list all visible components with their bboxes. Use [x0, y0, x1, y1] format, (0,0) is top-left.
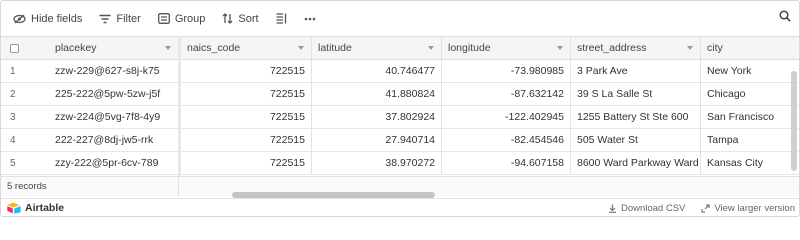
download-csv-label: Download CSV	[620, 203, 686, 214]
cell-city[interactable]: New York	[701, 60, 791, 82]
cell-city[interactable]: Tampa	[701, 129, 791, 151]
cell-naics-code[interactable]: 722515	[181, 60, 312, 82]
embed-links: Download CSV View larger version	[608, 203, 795, 214]
cell-longitude[interactable]: -73.980985	[442, 60, 571, 82]
search-icon	[779, 10, 791, 22]
cell-street-address[interactable]: 505 Water St	[571, 129, 701, 151]
search-button[interactable]	[779, 10, 791, 25]
cell-latitude[interactable]: 40.746477	[312, 60, 442, 82]
hide-fields-button[interactable]: Hide fields	[13, 9, 82, 29]
airtable-logo-icon	[7, 202, 21, 214]
cell-city[interactable]: San Francisco	[701, 106, 791, 128]
cell-placekey[interactable]: zzy-222@5pr-6cv-789	[49, 152, 179, 174]
column-header-longitude[interactable]: longitude	[442, 37, 571, 59]
cell-street-address[interactable]: 1255 Battery St Ste 600	[571, 106, 701, 128]
cell-longitude[interactable]: -122.402945	[442, 106, 571, 128]
row-height-icon	[276, 13, 286, 24]
column-header-label: city	[707, 42, 723, 54]
row-number: 4	[10, 134, 16, 146]
header-row: placekey naics_code latitude longitude s…	[1, 36, 799, 60]
cell-longitude[interactable]: -87.632142	[442, 83, 571, 105]
chevron-down-icon[interactable]	[687, 46, 693, 50]
cell-street-address[interactable]: 3 Park Ave	[571, 60, 701, 82]
vertical-scrollbar[interactable]	[791, 71, 797, 171]
table-row[interactable]: 3 zzw-224@5vg-7f8-4y9 722515 37.802924 -…	[1, 106, 799, 129]
table-row[interactable]: 1 zzw-229@627-s8j-k75 722515 40.746477 -…	[1, 60, 799, 83]
cell-latitude[interactable]: 41.880824	[312, 83, 442, 105]
column-header-naics-code[interactable]: naics_code	[181, 37, 312, 59]
sort-button[interactable]: Sort	[222, 9, 259, 29]
chevron-down-icon[interactable]	[165, 46, 171, 50]
filter-icon	[99, 14, 111, 23]
column-header-label: placekey	[55, 42, 97, 54]
cell-longitude[interactable]: -82.454546	[442, 129, 571, 151]
column-header-label: latitude	[318, 42, 352, 54]
column-header-latitude[interactable]: latitude	[312, 37, 442, 59]
chevron-down-icon[interactable]	[298, 46, 304, 50]
sort-label: Sort	[238, 12, 259, 25]
view-toolbar: Hide fields Filter Group Sort	[1, 1, 799, 36]
row-number: 2	[10, 88, 16, 100]
cell-placekey[interactable]: zzw-224@5vg-7f8-4y9	[49, 106, 179, 128]
table-row[interactable]: 5 zzy-222@5pr-6cv-789 722515 38.970272 -…	[1, 152, 799, 175]
hide-fields-label: Hide fields	[31, 12, 83, 25]
cell-latitude[interactable]: 38.970272	[312, 152, 442, 174]
view-larger-link[interactable]: View larger version	[701, 203, 795, 214]
airtable-embed: Hide fields Filter Group Sort placekey n…	[0, 0, 800, 217]
cell-placekey[interactable]: zzw-229@627-s8j-k75	[49, 60, 179, 82]
frozen-column-divider	[178, 36, 181, 176]
group-icon	[157, 13, 170, 24]
table-row[interactable]: 2 225-222@5pw-5zw-j5f 722515 41.880824 -…	[1, 83, 799, 106]
cell-naics-code[interactable]: 722515	[181, 106, 312, 128]
row-number: 3	[10, 111, 16, 123]
row-number: 1	[10, 65, 16, 77]
cell-naics-code[interactable]: 722515	[181, 129, 312, 151]
row-number: 5	[10, 157, 16, 169]
cell-placekey[interactable]: 225-222@5pw-5zw-j5f	[49, 83, 179, 105]
download-csv-link[interactable]: Download CSV	[608, 203, 685, 214]
cell-naics-code[interactable]: 722515	[181, 83, 312, 105]
column-header-placekey[interactable]: placekey	[49, 37, 179, 59]
airtable-brand-link[interactable]: Airtable	[7, 202, 64, 214]
download-icon	[608, 204, 616, 213]
more-icon	[304, 17, 315, 20]
group-label: Group	[174, 12, 206, 25]
chevron-down-icon[interactable]	[428, 46, 434, 50]
row-height-button[interactable]	[276, 9, 287, 29]
brand-name: Airtable	[25, 202, 65, 214]
select-all-cell	[1, 37, 49, 59]
cell-street-address[interactable]: 39 S La Salle St	[571, 83, 701, 105]
footer-divider	[178, 177, 179, 197]
cell-city[interactable]: Kansas City	[701, 152, 791, 174]
column-header-label: naics_code	[187, 42, 241, 54]
chevron-down-icon[interactable]	[557, 46, 563, 50]
filter-label: Filter	[116, 12, 141, 25]
column-header-label: longitude	[448, 42, 491, 54]
expand-icon	[701, 204, 710, 213]
embed-bottom-bar: Airtable Download CSV View larger versio…	[1, 198, 799, 216]
filter-button[interactable]: Filter	[99, 9, 141, 29]
sort-icon	[222, 13, 233, 24]
select-all-checkbox[interactable]	[10, 43, 19, 53]
more-options-button[interactable]	[304, 9, 316, 29]
data-grid: placekey naics_code latitude longitude s…	[1, 36, 799, 176]
cell-latitude[interactable]: 27.940714	[312, 129, 442, 151]
eye-slash-icon	[13, 14, 26, 23]
column-header-label: street_address	[577, 42, 647, 54]
cell-street-address[interactable]: 8600 Ward Parkway Ward P...	[571, 152, 701, 174]
cell-latitude[interactable]: 37.802924	[312, 106, 442, 128]
column-header-street-address[interactable]: street_address	[571, 37, 701, 59]
table-row[interactable]: 4 222-227@8dj-jw5-rrk 722515 27.940714 -…	[1, 129, 799, 152]
group-button[interactable]: Group	[157, 9, 206, 29]
cell-city[interactable]: Chicago	[701, 83, 791, 105]
column-header-city[interactable]: city	[701, 37, 799, 59]
record-count: 5 records	[7, 181, 47, 192]
cell-placekey[interactable]: 222-227@8dj-jw5-rrk	[49, 129, 179, 151]
cell-longitude[interactable]: -94.607158	[442, 152, 571, 174]
cell-naics-code[interactable]: 722515	[181, 152, 312, 174]
view-larger-label: View larger version	[714, 203, 795, 214]
